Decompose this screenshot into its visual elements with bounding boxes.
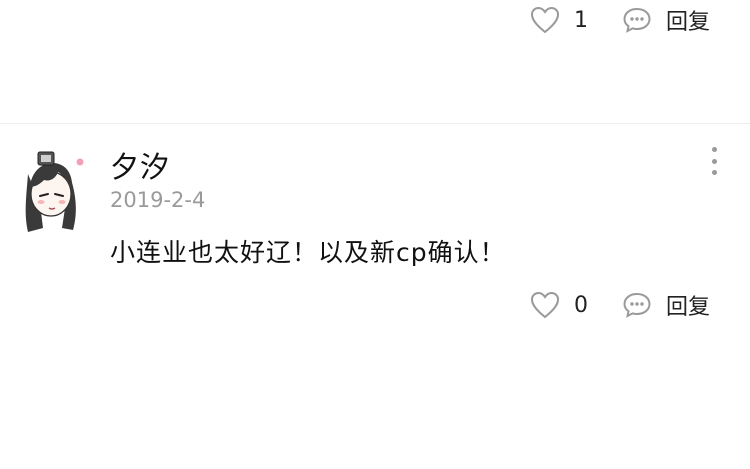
- heart-icon: [530, 291, 560, 319]
- like-button[interactable]: 0: [530, 291, 588, 319]
- speech-bubble-icon: [622, 291, 652, 319]
- speech-bubble-icon: [622, 6, 652, 34]
- reply-button[interactable]: 回复: [622, 289, 710, 321]
- avatar[interactable]: [18, 144, 88, 234]
- reply-label: 回复: [665, 10, 710, 35]
- comment-date: 2019-2-4: [110, 188, 206, 212]
- comment-actions: 0 回复: [530, 285, 710, 325]
- like-count: 1: [573, 7, 588, 33]
- heart-icon: [530, 6, 560, 34]
- vertical-dots-icon: [711, 147, 717, 152]
- more-options-button[interactable]: [704, 144, 724, 178]
- like-button[interactable]: 1: [530, 6, 588, 34]
- like-count: 0: [573, 292, 588, 318]
- author-name[interactable]: 夕汐: [110, 144, 170, 186]
- reply-label: 回复: [665, 295, 710, 320]
- comment-text: 小连业也太好辽！以及新cp确认！: [110, 238, 506, 267]
- previous-comment-actions: 1 回复: [530, 0, 710, 40]
- reply-button[interactable]: 回复: [622, 4, 710, 36]
- comment-list: 1 回复 夕汐 2019-2-4 小连业也太好辽！以及新cp确认！ 0 回复: [0, 0, 750, 469]
